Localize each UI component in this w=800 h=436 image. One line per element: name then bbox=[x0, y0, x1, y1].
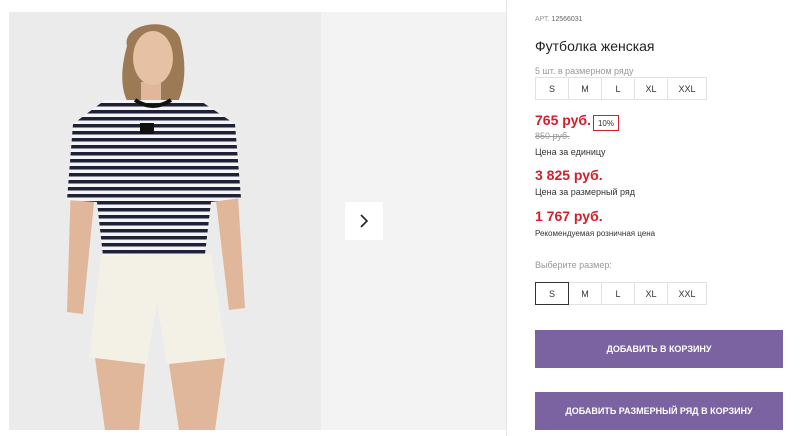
size-option-xxl[interactable]: XXL bbox=[667, 282, 707, 305]
size-selector: S M L XL XXL bbox=[535, 282, 707, 305]
old-price: 850 руб. bbox=[535, 131, 570, 141]
recommended-retail-price: 1 767 руб. bbox=[535, 208, 603, 224]
recommended-retail-price-label: Рекомендуемая розничная цена bbox=[535, 229, 656, 238]
pack-size-xl: XL bbox=[634, 77, 668, 100]
divider bbox=[506, 0, 507, 436]
article-code: 12566031 bbox=[551, 16, 583, 23]
product-title: Футболка женская bbox=[535, 38, 655, 54]
article-number: АРТ. 12566031 bbox=[535, 16, 583, 23]
pack-size-s: S bbox=[535, 77, 569, 100]
size-option-l[interactable]: L bbox=[601, 282, 635, 305]
pack-label: 5 шт. в размерном ряду bbox=[535, 66, 634, 76]
pack-price: 3 825 руб. bbox=[535, 167, 603, 183]
add-pack-to-cart-button[interactable]: ДОБАВИТЬ РАЗМЕРНЫЙ РЯД В КОРЗИНУ bbox=[535, 392, 783, 430]
choose-size-label: Выберите размер: bbox=[535, 260, 612, 270]
discount-badge: 10% bbox=[593, 115, 619, 131]
size-option-m[interactable]: M bbox=[568, 282, 602, 305]
pack-size-m: M bbox=[568, 77, 602, 100]
chevron-right-icon bbox=[360, 214, 369, 228]
product-photo[interactable] bbox=[9, 12, 321, 430]
model-illustration bbox=[9, 12, 321, 430]
add-to-cart-button[interactable]: ДОБАВИТЬ В КОРЗИНУ bbox=[535, 330, 783, 368]
size-option-s[interactable]: S bbox=[535, 282, 569, 305]
next-image-button[interactable] bbox=[345, 202, 383, 240]
pack-size-l: L bbox=[601, 77, 635, 100]
pack-price-label: Цена за размерный ряд bbox=[535, 187, 636, 197]
price-per-unit-label: Цена за единицу bbox=[535, 147, 606, 157]
current-price: 765 руб. bbox=[535, 112, 591, 128]
product-gallery bbox=[0, 0, 507, 436]
size-option-xl[interactable]: XL bbox=[634, 282, 668, 305]
article-label: АРТ. bbox=[535, 16, 550, 23]
pack-size-xxl: XXL bbox=[667, 77, 707, 100]
pack-sizes: S M L XL XXL bbox=[535, 77, 707, 100]
